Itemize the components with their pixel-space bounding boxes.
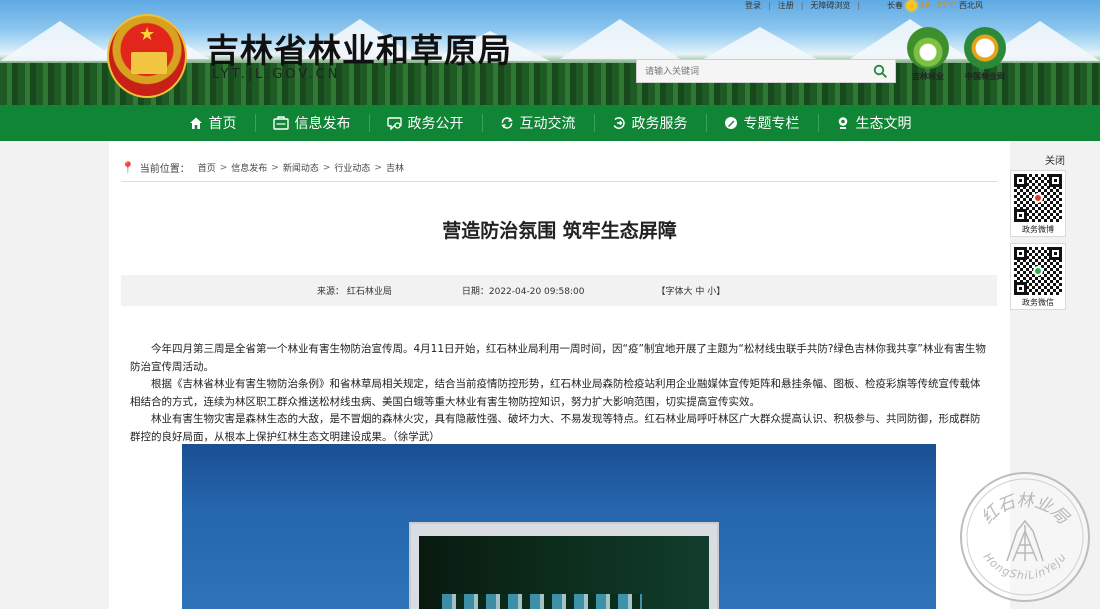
breadcrumb-label: 当前位置： bbox=[139, 164, 190, 175]
nav-item-info-release[interactable]: 信息发布 bbox=[254, 105, 369, 141]
breadcrumb: 📍 当前位置： 首页 > 信息发布 > 新闻动态 > 行业动态 > 吉林 bbox=[121, 160, 404, 175]
weibo-qr-code bbox=[1014, 174, 1062, 222]
register-link[interactable]: 注册 bbox=[771, 0, 801, 11]
article-photo bbox=[182, 444, 936, 609]
logo-caption: 吉林林业 bbox=[912, 72, 944, 81]
jilin-forestry-logo[interactable]: 吉林林业 bbox=[903, 27, 953, 82]
site-domain: LYT.JL.GOV.CN bbox=[212, 67, 341, 82]
weibo-icon bbox=[1033, 193, 1043, 203]
article-date: 日期：2022-04-20 09:58:00 bbox=[461, 287, 585, 297]
breadcrumb-item-info-release[interactable]: 信息发布 bbox=[231, 161, 267, 174]
home-icon bbox=[189, 117, 202, 129]
wechat-qr-code bbox=[1014, 247, 1062, 295]
nav-item-gov-service[interactable]: 政务服务 bbox=[593, 105, 706, 141]
link-separator: | bbox=[857, 0, 861, 10]
nav-item-label: 互动交流 bbox=[519, 116, 576, 132]
weather-temp: 16~25℃ bbox=[920, 1, 957, 10]
main-nav: 首页 信息发布 政务公开 互动交流 政务服务 专题专栏 生态文明 bbox=[0, 105, 1100, 141]
nav-item-label: 政务服务 bbox=[631, 116, 688, 132]
article-body: 今年四月第三周是全省第一个林业有害生物防治宣传周。4月11日开始，红石林业局利用… bbox=[130, 341, 990, 446]
nav-item-label: 首页 bbox=[208, 116, 237, 132]
hongshi-forestry-seal-watermark: 红石林业局 HongShiLinYeJu bbox=[960, 472, 1090, 602]
billboard-text-strip bbox=[442, 594, 642, 609]
site-header: ★ 吉林省林业和草原局 LYT.JL.GOV.CN 登录 | 注册 | 无障碍浏… bbox=[0, 0, 1100, 105]
china-forestry-logo[interactable]: 中国林业网 bbox=[960, 27, 1010, 82]
breadcrumb-separator: > bbox=[374, 162, 382, 173]
nav-item-label: 政务公开 bbox=[407, 116, 464, 132]
weather-widget: 长春 16~25℃ 西北风 bbox=[887, 0, 983, 11]
weibo-qr-box[interactable]: 政务微博 bbox=[1010, 170, 1066, 237]
wechat-qr-box[interactable]: 政务微信 bbox=[1010, 243, 1066, 310]
weather-wind: 西北风 bbox=[959, 1, 984, 10]
gov-open-icon bbox=[386, 117, 402, 130]
nav-item-label: 信息发布 bbox=[294, 116, 351, 132]
mountain-shape bbox=[560, 19, 680, 59]
sun-icon bbox=[906, 0, 917, 11]
breadcrumb-item-news[interactable]: 新闻动态 bbox=[283, 161, 319, 174]
jilin-forestry-emblem bbox=[907, 27, 949, 69]
nav-item-label: 生态文明 bbox=[855, 116, 912, 132]
search-input[interactable] bbox=[636, 59, 865, 83]
article-container: 📍 当前位置： 首页 > 信息发布 > 新闻动态 > 行业动态 > 吉林 营造防… bbox=[109, 141, 1010, 609]
search-button[interactable] bbox=[865, 59, 896, 83]
search-bar bbox=[636, 59, 896, 83]
qr-caption: 政务微信 bbox=[1022, 298, 1054, 307]
mountain-shape bbox=[700, 27, 820, 61]
breadcrumb-separator: > bbox=[271, 162, 279, 173]
wechat-icon bbox=[1033, 266, 1043, 276]
nav-item-interaction[interactable]: 互动交流 bbox=[481, 105, 594, 141]
breadcrumb-separator: > bbox=[219, 162, 228, 173]
login-link[interactable]: 登录 bbox=[738, 0, 768, 11]
breadcrumb-item-home[interactable]: 首页 bbox=[198, 161, 216, 174]
nav-item-label: 专题专栏 bbox=[743, 116, 800, 132]
side-qr-panel: 关闭 政务微博 政务微信 bbox=[1010, 152, 1068, 316]
nav-item-home[interactable]: 首页 bbox=[171, 105, 255, 141]
weather-city: 长春 bbox=[887, 1, 903, 10]
article-paragraph: 今年四月第三周是全省第一个林业有害生物防治宣传周。4月11日开始，红石林业局利用… bbox=[130, 343, 986, 373]
article-meta-bar: 来源： 红石林业局 日期：2022-04-20 09:58:00 【字体大 中 … bbox=[121, 275, 997, 306]
logo-caption: 中国林业网 bbox=[965, 72, 1005, 81]
site-title: 吉林省林业和草原局 bbox=[206, 31, 512, 70]
accessibility-link[interactable]: 无障碍浏览 bbox=[803, 0, 857, 11]
gov-service-icon bbox=[613, 117, 625, 129]
interaction-icon bbox=[500, 117, 513, 129]
china-forestry-emblem bbox=[964, 27, 1006, 69]
location-pin-icon: 📍 bbox=[121, 161, 135, 174]
ecology-icon bbox=[838, 117, 847, 129]
top-links: 登录 | 注册 | 无障碍浏览 | bbox=[738, 0, 860, 10]
nav-item-topic[interactable]: 专题专栏 bbox=[705, 105, 818, 141]
breadcrumb-item-industry[interactable]: 行业动态 bbox=[334, 161, 370, 174]
article-paragraph: 根据《吉林省林业有害生物防治条例》和省林草局相关规定，结合当前疫情防控形势，红石… bbox=[130, 378, 981, 408]
font-size-control[interactable]: 【字体大 中 小】 bbox=[656, 284, 725, 297]
article-paragraph: 林业有害生物灾害是森林生态的大敌，是不冒烟的森林火灾，具有隐蔽性强、破坏力大、不… bbox=[130, 413, 981, 443]
nav-item-ecology[interactable]: 生态文明 bbox=[817, 105, 930, 141]
info-release-icon bbox=[272, 116, 289, 130]
article-title: 营造防治氛围 筑牢生态屏障 bbox=[442, 220, 677, 242]
close-button[interactable]: 关闭 bbox=[1010, 152, 1068, 167]
national-emblem-logo: ★ bbox=[107, 14, 187, 98]
qr-caption: 政务微博 bbox=[1022, 225, 1054, 234]
breadcrumb-item-jilin[interactable]: 吉林 bbox=[386, 161, 404, 174]
search-icon bbox=[873, 64, 887, 78]
breadcrumb-separator: > bbox=[322, 162, 331, 173]
article-source: 来源： 红石林业局 bbox=[317, 287, 392, 297]
breadcrumb-divider bbox=[121, 181, 997, 182]
nav-item-gov-open[interactable]: 政务公开 bbox=[368, 105, 482, 141]
topic-icon bbox=[724, 117, 737, 129]
